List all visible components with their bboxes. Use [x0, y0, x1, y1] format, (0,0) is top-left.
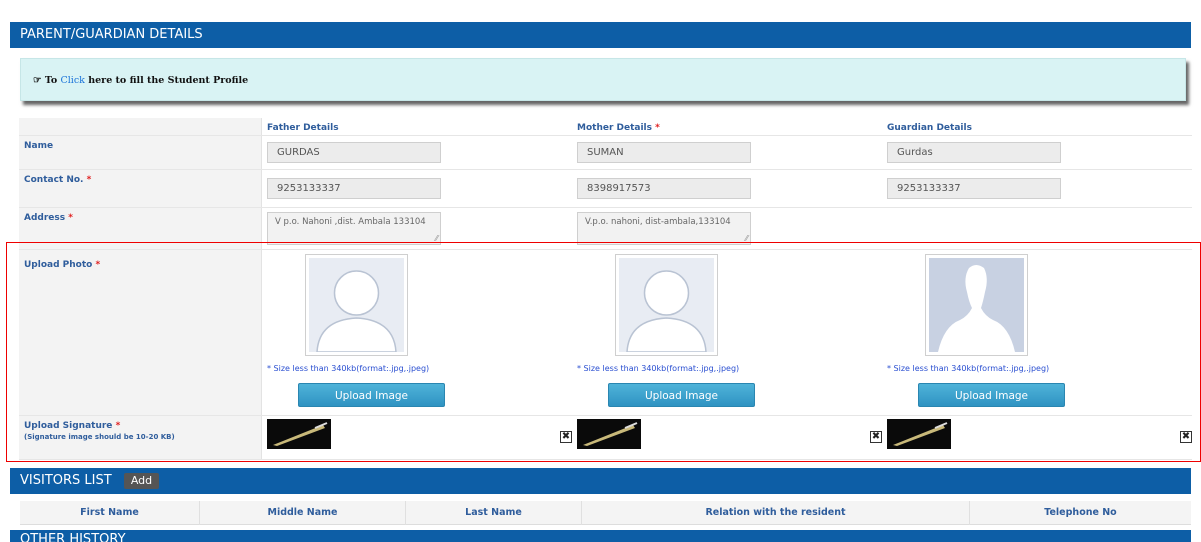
col-telephone: Telephone No: [1044, 507, 1117, 518]
other-history-header: OTHER HISTORY: [10, 530, 1191, 542]
pointing-hand-icon: ☞: [33, 75, 42, 86]
col-relation: Relation with the resident: [582, 501, 970, 525]
father-name-field[interactable]: GURDAS: [267, 142, 441, 163]
visitors-list-title: VISITORS LIST: [20, 473, 112, 488]
father-address-field[interactable]: V p.o. Nahoni ,dist. Ambala 133104 ⁄⁄: [267, 212, 441, 245]
parent-guardian-header: PARENT/GUARDIAN DETAILS: [10, 22, 1191, 48]
mother-details-heading: Mother Details *: [577, 123, 660, 133]
visitors-column-row: First Name Middle Name Last Name Relatio…: [20, 501, 1191, 525]
mother-name-field[interactable]: SUMAN: [577, 142, 751, 163]
father-contact-field[interactable]: 9253133337: [267, 178, 441, 199]
mother-contact-field[interactable]: 8398917573: [577, 178, 751, 199]
guardian-details-heading: Guardian Details: [887, 123, 972, 133]
click-link[interactable]: Click: [60, 75, 84, 86]
required-mark: *: [655, 123, 660, 133]
mother-address-field[interactable]: V.p.o. nahoni, dist-ambala,133104 ⁄⁄: [577, 212, 751, 245]
address-label: Address *: [24, 213, 73, 223]
notice-prefix: To: [44, 75, 58, 86]
highlight-box: [6, 242, 1201, 462]
name-row: Name GURDAS SUMAN Gurdas: [19, 136, 1192, 170]
col-first-name: First Name: [20, 501, 200, 525]
contact-row: Contact No. * 9253133337 8398917573 9253…: [19, 170, 1192, 208]
col-middle-name: Middle Name: [200, 501, 406, 525]
notice-suffix: here to fill the Student Profile: [88, 75, 249, 86]
col-last-name: Last Name: [406, 501, 582, 525]
visitors-list-header: VISITORS LIST Add: [10, 468, 1191, 494]
father-details-heading: Father Details: [267, 123, 339, 133]
guardian-contact-field[interactable]: 9253133337: [887, 178, 1061, 199]
contact-label: Contact No. *: [24, 175, 92, 185]
guardian-name-field[interactable]: Gurdas: [887, 142, 1061, 163]
student-profile-notice: ☞ To Click here to fill the Student Prof…: [20, 58, 1186, 101]
other-history-title: OTHER HISTORY: [20, 532, 126, 542]
column-header-row: Father Details Mother Details * Guardian…: [19, 118, 1192, 136]
name-label: Name: [24, 141, 54, 151]
parent-guardian-title: PARENT/GUARDIAN DETAILS: [20, 27, 203, 42]
add-visitor-button[interactable]: Add: [123, 472, 160, 489]
